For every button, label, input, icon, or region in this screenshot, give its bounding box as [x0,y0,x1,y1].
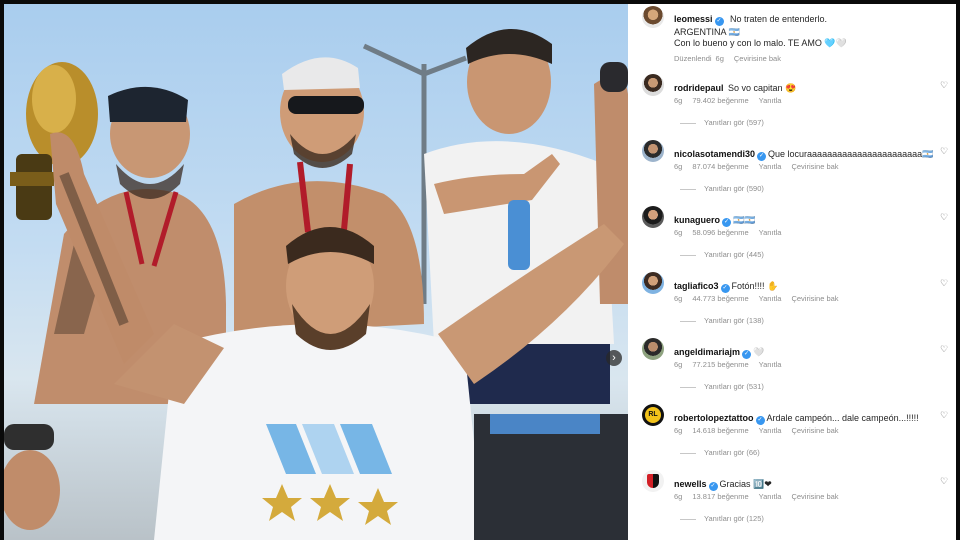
verified-icon: ✓ [742,350,752,359]
post-viewer: › leomessi ✓ No traten de entenderlo. ARG… [4,4,956,540]
comment-item: kunaguero ✓ 🇦🇷🇦🇷 6g 58.096 beğenme Yanıtla Y… [638,206,956,272]
comment-username[interactable]: newells [674,479,707,489]
comment-text: Gracias 🔟❤ [719,479,772,489]
comment-time: 6g [674,360,683,369]
verified-icon: ✓ [755,416,765,425]
comment-username[interactable]: kunaguero [674,215,720,225]
comment-time: 6g [674,228,683,237]
verified-icon: ✓ [714,17,724,26]
verified-icon: ✓ [708,482,718,491]
reply-button[interactable]: Yanıtla [759,360,782,369]
comment-text: Que locuraaaaaaaaaaaaaaaaaaaaaaa🇦🇷 [768,149,934,159]
comment-username[interactable]: angeldimariajm [674,347,740,357]
like-heart-icon[interactable]: ♡ [940,146,950,156]
reply-button[interactable]: Yanıtla [759,492,782,501]
likes-count[interactable]: 87.074 beğenme [692,162,748,171]
avatar[interactable] [642,206,664,228]
comment-username[interactable]: robertolopeztattoo [674,413,754,423]
comment-time: 6g [674,426,683,435]
avatar[interactable] [642,74,664,96]
comment-text: 🇦🇷🇦🇷 [733,215,756,225]
comment-text: Fotón!!!! ✋ [731,281,779,291]
post-photo[interactable]: › [4,4,628,540]
comment-text: Ardale campeón... dale campeón...!!!!! [766,413,919,423]
caption-line-3: Con lo bueno y con lo malo. TE AMO 🩵🤍 [674,38,847,48]
comment-time: 6g [674,162,683,171]
comment-time: 6g [674,492,683,501]
like-heart-icon[interactable]: ♡ [940,410,950,420]
comment-item: rodridepaul So vo capitan 😍 6g 79.402 beğ… [638,74,956,140]
comment-item: angeldimariajm ✓ 🤍 6g 77.215 beğenme Yanıtla… [638,338,956,404]
verified-icon: ✓ [720,284,730,293]
comment-username[interactable]: rodridepaul [674,83,724,93]
avatar[interactable] [642,140,664,162]
comment-username[interactable]: tagliafico3 [674,281,719,291]
caption-time: 6g [715,54,724,63]
translate-link[interactable]: Çevirisine bak [791,492,838,501]
likes-count[interactable]: 77.215 beğenme [692,360,748,369]
view-replies-link[interactable]: Yanıtları gör (590) [680,184,764,193]
edited-label: Düzenlendi [674,54,712,63]
avatar[interactable] [642,470,664,492]
view-replies-link[interactable]: Yanıtları gör (138) [680,316,764,325]
reply-button[interactable]: Yanıtla [759,426,782,435]
avatar[interactable] [642,6,664,28]
avatar[interactable]: RL [642,404,664,426]
translate-link[interactable]: Çevirisine bak [734,54,781,63]
photo-illustration [4,28,628,540]
like-heart-icon[interactable]: ♡ [940,278,950,288]
like-heart-icon[interactable]: ♡ [940,212,950,222]
like-heart-icon[interactable]: ♡ [940,476,950,486]
reply-button[interactable]: Yanıtla [759,96,782,105]
likes-count[interactable]: 14.618 beğenme [692,426,748,435]
comment-time: 6g [674,294,683,303]
view-replies-link[interactable]: Yanıtları gör (66) [680,448,760,457]
view-replies-link[interactable]: Yanıtları gör (531) [680,382,764,391]
translate-link[interactable]: Çevirisine bak [791,162,838,171]
translate-link[interactable]: Çevirisine bak [791,426,838,435]
avatar[interactable] [642,272,664,294]
view-replies-link[interactable]: Yanıtları gör (445) [680,250,764,259]
comments-panel: leomessi ✓ No traten de entenderlo. ARGEN… [628,4,956,540]
likes-count[interactable]: 58.096 beğenme [692,228,748,237]
view-replies-link[interactable]: Yanıtları gör (597) [680,118,764,127]
caption-username[interactable]: leomessi [674,14,713,24]
verified-icon: ✓ [757,152,767,161]
comment-text: So vo capitan 😍 [727,83,797,93]
comment-item: tagliafico3 ✓ Fotón!!!! ✋ 6g 44.773 beğenme… [638,272,956,338]
view-replies-link[interactable]: Yanıtları gör (125) [680,514,764,523]
comment-time: 6g [674,96,683,105]
likes-count[interactable]: 79.402 beğenme [692,96,748,105]
translate-link[interactable]: Çevirisine bak [791,294,838,303]
caption-meta: Düzenlendi 6g Çevirisine bak [674,54,944,63]
comment-username[interactable]: nicolasotamendi30 [674,149,755,159]
like-heart-icon[interactable]: ♡ [940,80,950,90]
next-photo-button[interactable]: › [606,350,622,366]
likes-count[interactable]: 44.773 beğenme [692,294,748,303]
reply-button[interactable]: Yanıtla [759,294,782,303]
verified-icon: ✓ [722,218,732,227]
reply-button[interactable]: Yanıtla [759,228,782,237]
caption-line-2: ARGENTINA 🇦🇷 [674,27,740,37]
caption-line-1: No traten de entenderlo. [729,14,828,24]
comment-item: newells ✓ Gracias 🔟❤ 6g 13.817 beğenme Yanıt… [638,470,956,536]
comment-text: 🤍 [753,347,765,357]
like-heart-icon[interactable]: ♡ [940,344,950,354]
likes-count[interactable]: 13.817 beğenme [692,492,748,501]
reply-button[interactable]: Yanıtla [759,162,782,171]
comment-item: nicolasotamendi30 ✓ Que locuraaaaaaaaaaaaa… [638,140,956,206]
avatar[interactable] [642,338,664,360]
comment-item: RL robertolopeztattoo ✓ Ardale campeón... … [638,404,956,470]
